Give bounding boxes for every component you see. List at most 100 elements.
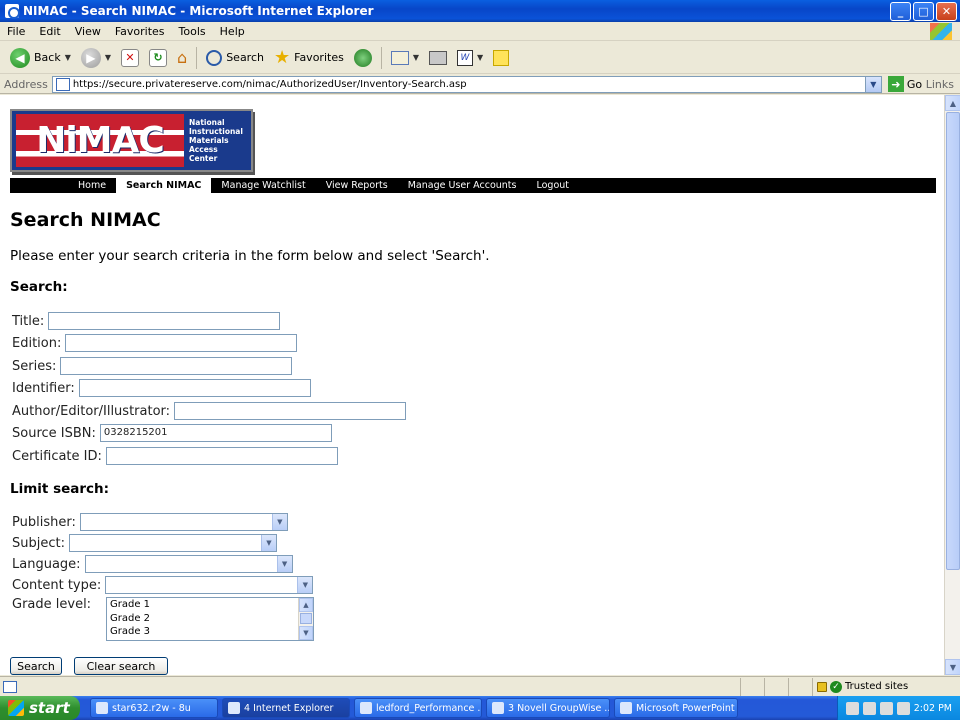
home-icon: ⌂ [177, 48, 188, 67]
forward-button[interactable]: ▶ ▼ [77, 45, 115, 71]
logo-tagline-line: Access [189, 145, 218, 154]
chevron-down-icon[interactable]: ▼ [65, 53, 71, 62]
clock[interactable]: 2:02 PM [914, 703, 952, 714]
nav-search-nimac[interactable]: Search NIMAC [116, 178, 212, 193]
clear-search-button[interactable]: Clear search [74, 657, 168, 675]
edition-input[interactable] [65, 334, 298, 352]
terminal-icon [96, 702, 108, 714]
isbn-input[interactable]: 0328215201 [99, 424, 332, 442]
nav-home[interactable]: Home [68, 178, 116, 193]
start-button[interactable]: start [0, 696, 80, 720]
menu-favorites[interactable]: Favorites [108, 25, 172, 38]
title-input[interactable] [48, 312, 281, 330]
task-internet-explorer[interactable]: 4 Internet Explorer [222, 698, 350, 718]
groupwise-icon [492, 702, 504, 714]
menu-edit[interactable]: Edit [32, 25, 67, 38]
mail-button[interactable]: ▼ [387, 45, 423, 71]
task-ledford[interactable]: ledford_Performance ... [354, 698, 482, 718]
window-title: NIMAC - Search NIMAC - Microsoft Interne… [23, 4, 374, 18]
maximize-button[interactable]: □ [913, 1, 934, 21]
chevron-down-icon[interactable]: ▼ [276, 556, 292, 572]
chevron-up-icon[interactable]: ▲ [945, 95, 960, 111]
security-zone[interactable]: ✓ Trusted sites [812, 677, 960, 696]
chevron-down-icon[interactable]: ▼ [105, 53, 111, 62]
identifier-input[interactable] [78, 379, 311, 397]
language-select[interactable]: ▼ [84, 555, 293, 573]
identifier-label: Identifier: [12, 380, 75, 396]
menu-file[interactable]: File [0, 25, 32, 38]
chevron-down-icon[interactable]: ▼ [271, 514, 287, 530]
stop-button[interactable]: ✕ [117, 45, 143, 71]
tray-icon[interactable] [845, 701, 859, 715]
listbox-scrollbar[interactable]: ▲ ▼ [298, 598, 313, 640]
author-input[interactable] [174, 402, 407, 420]
task-star632[interactable]: star632.r2w - 8u [90, 698, 218, 718]
listbox-scroll-thumb[interactable] [300, 613, 312, 624]
search-submit-button[interactable]: Search [10, 657, 62, 675]
series-input[interactable] [60, 357, 293, 375]
nav-manage-user-accounts[interactable]: Manage User Accounts [398, 178, 527, 193]
status-cell [740, 677, 764, 696]
task-powerpoint[interactable]: Microsoft PowerPoint ... [614, 698, 738, 718]
nimac-logo[interactable]: NiMAC National Instructional Materials A… [10, 109, 253, 172]
intro-text: Please enter your search criteria in the… [10, 248, 490, 264]
menu-tools[interactable]: Tools [172, 25, 213, 38]
home-button[interactable]: ⌂ [173, 45, 191, 71]
history-button[interactable] [350, 45, 376, 71]
nav-view-reports[interactable]: View Reports [316, 178, 398, 193]
address-input[interactable]: https://secure.privatereserve.com/nimac/… [51, 75, 882, 93]
publisher-select[interactable]: ▼ [79, 513, 288, 531]
tray-icon[interactable] [862, 701, 876, 715]
menu-help[interactable]: Help [213, 25, 252, 38]
certificate-label: Certificate ID: [12, 448, 102, 464]
chevron-down-icon[interactable]: ▼ [477, 53, 483, 62]
favorites-button[interactable]: ★ Favorites [270, 45, 348, 71]
refresh-button[interactable]: ↻ [145, 45, 171, 71]
logo-tagline: National Instructional Materials Access … [189, 118, 243, 163]
task-label: Microsoft PowerPoint ... [636, 702, 738, 714]
chevron-down-icon[interactable]: ▼ [299, 626, 313, 640]
back-button[interactable]: ◀ Back ▼ [6, 45, 75, 71]
title-label: Title: [12, 313, 45, 329]
go-button[interactable]: ➜ Go [887, 76, 922, 92]
discuss-button[interactable] [489, 45, 513, 71]
limit-heading: Limit search: [10, 481, 110, 497]
nav-logout[interactable]: Logout [526, 178, 579, 193]
links-button[interactable]: Links [926, 78, 960, 91]
task-groupwise[interactable]: 3 Novell GroupWise ... [486, 698, 610, 718]
chevron-down-icon[interactable]: ▼ [413, 53, 419, 62]
page-scrollbar[interactable]: ▲ ▼ [944, 95, 960, 675]
scroll-thumb[interactable] [946, 112, 960, 570]
search-button[interactable]: Search [202, 45, 268, 71]
content-type-select[interactable]: ▼ [105, 576, 314, 594]
minimize-button[interactable]: _ [890, 1, 911, 21]
print-button[interactable] [425, 45, 451, 71]
chevron-down-icon[interactable]: ▼ [260, 535, 276, 551]
grade-level-label: Grade level: [12, 597, 92, 612]
mail-icon [390, 50, 409, 65]
certificate-input[interactable] [105, 447, 338, 465]
certificate-row: Certificate ID: [12, 447, 338, 465]
start-label: start [29, 699, 70, 717]
grade-level-option[interactable]: Grade 3 [107, 625, 313, 639]
back-arrow-icon: ◀ [10, 47, 30, 68]
chevron-down-icon[interactable]: ▼ [297, 577, 313, 593]
chevron-down-icon[interactable]: ▼ [864, 76, 881, 92]
subject-select[interactable]: ▼ [68, 534, 277, 552]
nav-manage-watchlist[interactable]: Manage Watchlist [211, 178, 315, 193]
edition-row: Edition: [12, 334, 298, 352]
menu-view[interactable]: View [68, 25, 108, 38]
page-content: NiMAC National Instructional Materials A… [0, 95, 944, 675]
status-bar: ✓ Trusted sites [0, 676, 960, 696]
chevron-up-icon[interactable]: ▲ [299, 598, 313, 612]
grade-level-option[interactable]: Grade 2 [107, 612, 313, 626]
help-icon[interactable] [879, 701, 893, 715]
isbn-row: Source ISBN: 0328215201 [12, 424, 332, 442]
edit-button[interactable]: W ▼ [453, 45, 487, 71]
grade-level-option[interactable]: Grade 1 [107, 598, 313, 612]
chevron-down-icon[interactable]: ▼ [945, 659, 960, 675]
grade-level-listbox[interactable]: Grade 1 Grade 2 Grade 3 ▲ ▼ [106, 597, 314, 641]
tray-icon[interactable] [896, 701, 910, 715]
windows-logo-icon [930, 22, 952, 40]
close-button[interactable]: ✕ [936, 1, 957, 21]
